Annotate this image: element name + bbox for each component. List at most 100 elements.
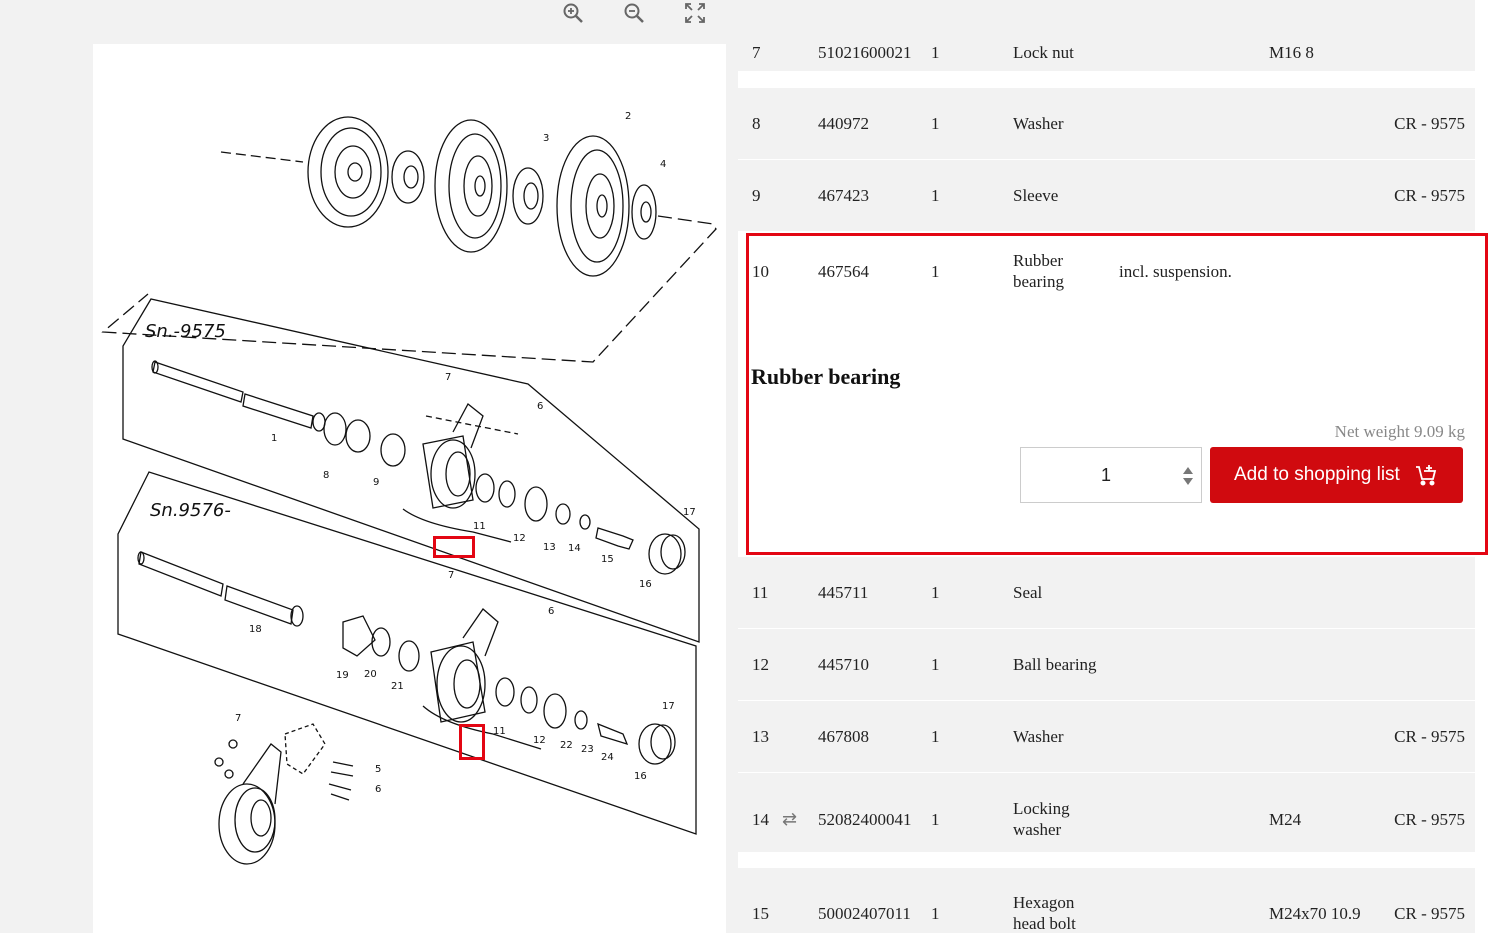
parts-list: 7 51021600021 1 Lock nut M16 8 8 440972 … [738,0,1500,933]
drawing-svg: 2 3 4 Sn.-9575 Sn.9576- 1 8 9 7 6 11 12 … [101,111,717,865]
svg-text:20: 20 [364,669,377,680]
cell-serial: CR - 9575 [1394,727,1465,746]
svg-text:5: 5 [375,764,381,775]
svg-text:15: 15 [601,554,614,565]
cell-serial: CR - 9575 [1394,810,1465,829]
cell-qty: 1 [931,186,940,205]
zoom-in-icon[interactable] [562,2,584,24]
cell-name: Washer [1013,114,1064,133]
shaft-2 [137,551,304,627]
cell-qty: 1 [931,583,940,602]
cell-qty: 1 [931,810,940,829]
cell-note: incl. suspension. [1119,262,1232,281]
svg-text:6: 6 [375,784,381,795]
svg-text:23: 23 [581,744,594,755]
cell-name: Washer [1013,727,1064,746]
zoom-out-icon[interactable] [623,2,645,24]
table-row[interactable]: 14 ⇄ 52082400041 1 Locking washer M24 CR… [738,773,1475,852]
svg-text:18: 18 [249,624,262,635]
exploded-drawing[interactable]: 2 3 4 Sn.-9575 Sn.9576- 1 8 9 7 6 11 12 … [93,44,726,933]
table-row[interactable]: 12 445710 1 Ball bearing [738,629,1475,700]
svg-text:21: 21 [391,681,404,692]
svg-text:12: 12 [513,533,526,544]
svg-text:24: 24 [601,752,614,763]
svg-text:16: 16 [639,579,652,590]
svg-text:17: 17 [662,701,675,712]
cell-name: Rubber bearing [1013,251,1064,291]
cell-pos: 9 [752,186,761,205]
cell-pos: 15 [752,904,769,923]
svg-text:12: 12 [533,735,546,746]
detail-title: Rubber bearing [751,364,901,389]
cell-name: Seal [1013,583,1043,602]
table-row[interactable]: 9 467423 1 Sleeve CR - 9575 [738,160,1475,231]
cell-qty: 1 [931,43,940,62]
cell-serial: CR - 9575 [1394,114,1465,133]
cell-dim: M16 8 [1269,43,1314,62]
svg-text:3: 3 [543,133,549,144]
cell-serial: CR - 9575 [1394,186,1465,205]
hub-16a [648,533,686,575]
table-row[interactable]: 7 51021600021 1 Lock nut M16 8 [738,16,1475,71]
svg-text:7: 7 [448,570,454,581]
cell-qty: 1 [931,727,940,746]
cell-qty: 1 [931,114,940,133]
hub-16b [638,723,676,765]
cell-article: 51021600021 [818,43,912,62]
wheel-3 [556,135,630,277]
cell-name: Sleeve [1013,186,1059,205]
washer-3b [512,167,544,225]
washer-3a [391,150,425,204]
table-row[interactable]: 8 440972 1 Washer CR - 9575 [738,88,1475,159]
cart-plus-icon [1416,465,1437,486]
washer-4 [631,184,657,240]
cell-article: 467808 [818,727,869,746]
swap-arrows-icon[interactable]: ⇄ [782,809,797,830]
cell-pos: 13 [752,727,769,746]
net-weight: Net weight 9.09 kg [1334,422,1465,441]
cell-pos: 10 [752,262,769,281]
cell-article: 445710 [818,655,869,674]
add-to-shopping-list-button[interactable]: Add to shopping list [1210,447,1463,503]
cell-article: 440972 [818,114,869,133]
roller-detail [214,723,354,865]
quantity-stepper[interactable]: 1 [1020,447,1202,503]
svg-text:7: 7 [235,713,241,724]
svg-text:19: 19 [336,670,349,681]
cell-dim: M24x70 10.9 [1269,904,1361,923]
svg-text:2: 2 [625,111,631,122]
svg-text:22: 22 [560,740,573,751]
cell-qty: 1 [931,904,940,923]
drawing-viewer: 2 3 4 Sn.-9575 Sn.9576- 1 8 9 7 6 11 12 … [0,0,738,933]
svg-text:1: 1 [271,433,277,444]
roller-1 [422,435,476,509]
svg-text:11: 11 [473,521,486,532]
row-top-stub [738,0,1475,16]
hotspot-pos-10-upper[interactable] [433,536,475,558]
table-row-active[interactable]: 10 467564 1 Rubber bearing incl. suspens… [738,236,1475,552]
hotspot-pos-10-lower[interactable] [459,724,485,760]
quantity-value[interactable]: 1 [1021,465,1191,486]
svg-text:6: 6 [537,401,543,412]
svg-text:4: 4 [660,159,666,170]
roller-2 [430,641,486,723]
cell-pos: 7 [752,43,761,62]
cell-name: Hexagon head bolt [1013,893,1076,933]
table-row[interactable]: 15 50002407011 1 Hexagon head bolt M24x7… [738,868,1475,933]
viewer-toolbar [0,0,738,40]
cell-article: 52082400041 [818,810,912,829]
cell-pos: 14 [752,810,769,829]
spinner-arrows-icon[interactable] [1181,464,1195,488]
fullscreen-icon[interactable] [684,2,706,24]
table-row[interactable]: 11 445711 1 Seal [738,557,1475,628]
cell-dim: M24 [1269,810,1302,829]
wheel-1 [307,116,389,228]
svg-text:13: 13 [543,542,556,553]
svg-text:16: 16 [634,771,647,782]
table-row[interactable]: 13 467808 1 Washer CR - 9575 [738,701,1475,772]
cell-qty: 1 [931,262,940,281]
cell-article: 467564 [818,262,869,281]
svg-text:11: 11 [493,726,506,737]
add-button-label: Add to shopping list [1234,464,1400,485]
svg-text:7: 7 [445,372,451,383]
